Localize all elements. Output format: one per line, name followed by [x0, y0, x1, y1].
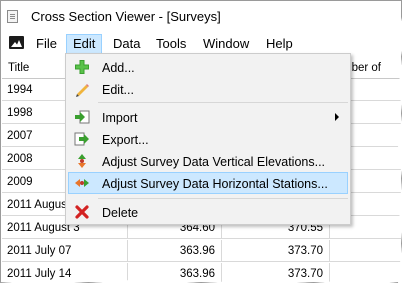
menu-item-adjust-vertical[interactable]: Adjust Survey Data Vertical Elevations..…: [68, 150, 348, 172]
cell-value: 363.96: [128, 263, 222, 282]
menu-separator: [98, 198, 348, 199]
menu-item-delete[interactable]: Delete: [68, 201, 348, 223]
menu-item-label: Delete: [102, 206, 139, 220]
menu-item-export[interactable]: Export...: [68, 128, 348, 150]
cell-value: 363.96: [128, 240, 222, 262]
cell-title: 2011 July 07: [2, 240, 128, 262]
menu-file[interactable]: File: [29, 34, 64, 54]
menu-edit[interactable]: Edit: [66, 34, 103, 54]
cell-value: [330, 240, 401, 262]
export-icon: [74, 132, 89, 146]
menu-item-label: Import: [102, 111, 138, 125]
table-row[interactable]: 2011 July 07 363.96 373.70: [2, 240, 401, 262]
title-bar: Cross Section Viewer - [Surveys]: [1, 1, 401, 31]
cell-value: [330, 263, 401, 282]
menu-window[interactable]: Window: [196, 34, 256, 54]
menu-item-adjust-horizontal[interactable]: Adjust Survey Data Horizontal Stations..…: [68, 172, 348, 194]
adjust-horizontal-icon: [75, 179, 89, 187]
menu-separator: [98, 102, 348, 103]
menu-help[interactable]: Help: [259, 34, 300, 54]
menu-item-edit[interactable]: Edit...: [68, 78, 348, 100]
adjust-vertical-icon: [78, 154, 86, 168]
edit-menu-dropdown: Add... Edit... Import Export... Adjust S…: [65, 53, 351, 225]
menu-item-label: Add...: [102, 61, 135, 75]
import-icon: [75, 110, 90, 124]
menu-item-label: Adjust Survey Data Vertical Elevations..…: [102, 155, 326, 169]
delete-x-icon: [75, 205, 89, 219]
menu-tools[interactable]: Tools: [149, 34, 193, 54]
cell-title: 2011 July 14: [2, 263, 128, 282]
menu-item-add[interactable]: Add...: [68, 56, 348, 78]
menu-bar: File Edit Data Tools Window Help: [1, 32, 401, 54]
image-icon[interactable]: [9, 36, 24, 49]
menu-item-import[interactable]: Import: [68, 106, 348, 128]
menu-data[interactable]: Data: [106, 34, 147, 54]
menu-item-label: Adjust Survey Data Horizontal Stations..…: [102, 177, 328, 191]
pencil-icon: [76, 84, 89, 97]
menu-item-label: Export...: [102, 133, 149, 147]
cell-value: 373.70: [222, 263, 330, 282]
cell-value: 373.70: [222, 240, 330, 262]
document-icon: [7, 10, 18, 23]
table-row[interactable]: 2011 July 14 363.96 373.70: [2, 263, 401, 282]
menu-item-label: Edit...: [102, 83, 134, 97]
window-title: Cross Section Viewer - [Surveys]: [31, 9, 221, 24]
app-window: Cross Section Viewer - [Surveys] File Ed…: [0, 0, 402, 283]
submenu-arrow-icon: [335, 113, 339, 121]
plus-icon: [75, 60, 89, 74]
